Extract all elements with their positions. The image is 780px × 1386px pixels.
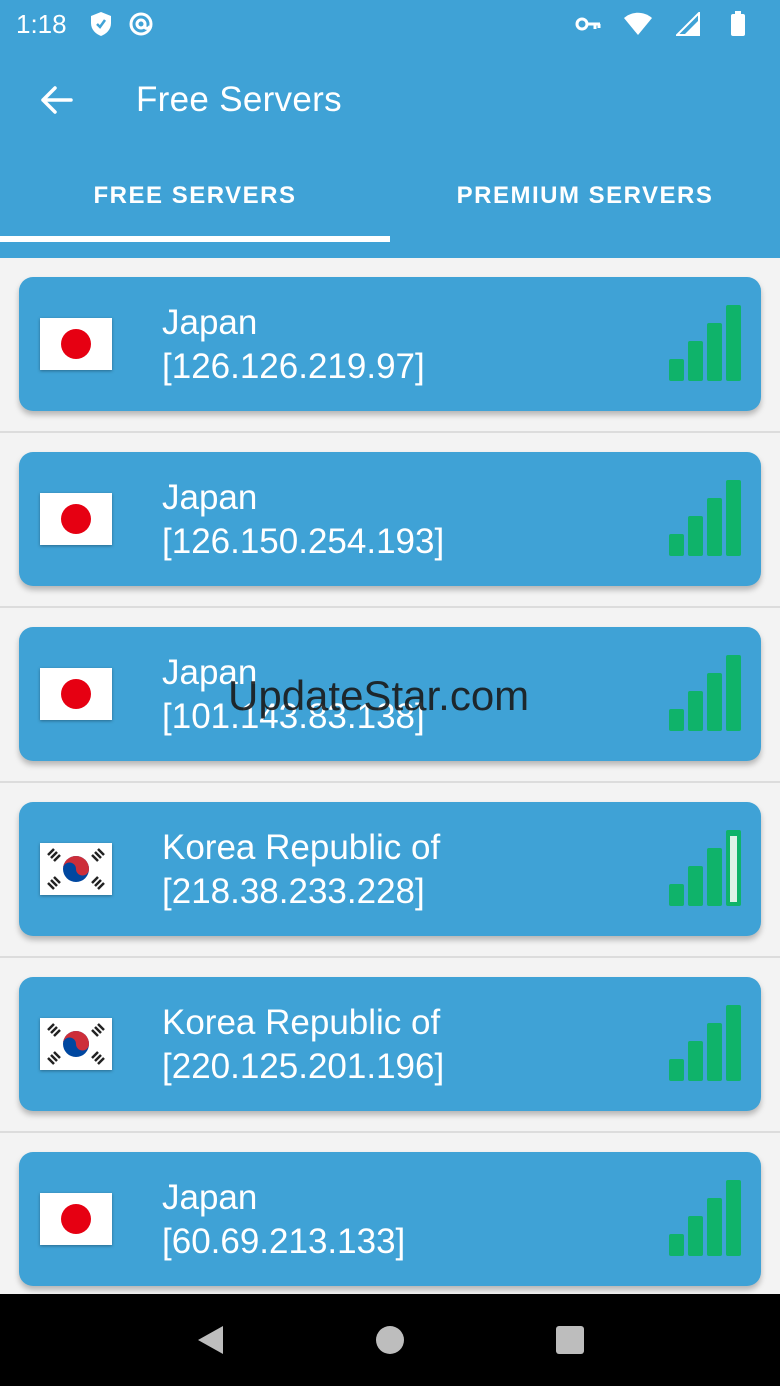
signal-bar	[669, 359, 684, 381]
signal-bar	[669, 1059, 684, 1081]
recents-square-icon	[556, 1326, 584, 1354]
server-card[interactable]: Japan [101.143.83.138]	[19, 627, 761, 761]
korea-flag-icon	[40, 843, 112, 895]
server-country: Korea Republic of	[162, 828, 441, 867]
signal-bar	[688, 691, 703, 731]
tab-premium-servers[interactable]: PREMIUM SERVERS	[390, 152, 780, 258]
japan-flag-icon	[40, 493, 112, 545]
server-card[interactable]: Japan [126.150.254.193]	[19, 452, 761, 586]
signal-bar	[688, 1216, 703, 1256]
server-row: Japan [126.150.254.193]	[0, 433, 780, 608]
signal-bar	[707, 848, 722, 906]
signal-bar	[669, 1234, 684, 1256]
signal-bar	[726, 655, 741, 731]
nav-back-button[interactable]	[190, 1320, 230, 1360]
vpn-key-icon	[574, 10, 602, 38]
signal-strength-icon	[669, 830, 741, 906]
signal-strength-icon	[669, 480, 741, 556]
server-row: Japan [60.69.213.133]	[0, 1133, 780, 1294]
server-card[interactable]: Korea Republic of [220.125.201.196]	[19, 977, 761, 1111]
signal-strength-icon	[669, 305, 741, 381]
signal-strength-icon	[669, 1180, 741, 1256]
server-info: Japan [126.126.219.97]	[162, 301, 425, 389]
signal-bar	[688, 516, 703, 556]
signal-bar	[688, 1041, 703, 1081]
server-row: Korea Republic of [220.125.201.196]	[0, 958, 780, 1133]
battery-icon	[724, 10, 752, 38]
server-list[interactable]: Japan [126.126.219.97] Japan [126.150.254.1…	[0, 258, 780, 1294]
signal-bar	[669, 709, 684, 731]
server-country: Japan	[162, 653, 258, 692]
server-row: Japan [126.126.219.97]	[0, 258, 780, 433]
arrow-left-icon	[41, 86, 73, 114]
signal-bar	[669, 884, 684, 906]
back-button[interactable]	[28, 72, 84, 128]
shield-icon	[87, 10, 115, 38]
signal-bar	[707, 1023, 722, 1081]
nav-home-button[interactable]	[370, 1320, 410, 1360]
tab-bar: FREE SERVERS PREMIUM SERVERS	[0, 152, 780, 258]
signal-bar	[707, 1198, 722, 1256]
server-ip: [101.143.83.138]	[162, 697, 425, 736]
server-country: Japan	[162, 303, 258, 342]
server-ip: [60.69.213.133]	[162, 1222, 406, 1261]
server-row: Japan [101.143.83.138]	[0, 608, 780, 783]
server-country: Japan	[162, 478, 258, 517]
status-time: 1:18	[16, 8, 67, 39]
server-info: Japan [126.150.254.193]	[162, 476, 444, 564]
signal-bar	[707, 498, 722, 556]
signal-bar	[726, 1180, 741, 1256]
korea-flag-icon	[40, 1018, 112, 1070]
signal-strength-icon	[669, 1005, 741, 1081]
server-country: Japan	[162, 1178, 258, 1217]
server-ip: [126.150.254.193]	[162, 522, 445, 561]
signal-bar	[726, 305, 741, 381]
app-bar: Free Servers	[0, 48, 780, 152]
signal-bar	[688, 341, 703, 381]
signal-bar	[688, 866, 703, 906]
page-title: Free Servers	[136, 80, 342, 119]
server-card[interactable]: Korea Republic of [218.38.233.228]	[19, 802, 761, 936]
nav-recents-button[interactable]	[550, 1320, 590, 1360]
server-ip: [218.38.233.228]	[162, 872, 425, 911]
signal-strength-icon	[669, 655, 741, 731]
at-sign-icon	[127, 10, 155, 38]
japan-flag-icon	[40, 318, 112, 370]
signal-bar	[726, 1005, 741, 1081]
server-card[interactable]: Japan [60.69.213.133]	[19, 1152, 761, 1286]
server-ip: [126.126.219.97]	[162, 347, 425, 386]
signal-bar	[726, 480, 741, 556]
japan-flag-icon	[40, 668, 112, 720]
signal-bar	[707, 323, 722, 381]
server-info: Korea Republic of [218.38.233.228]	[162, 826, 440, 914]
signal-bar	[707, 673, 722, 731]
navigation-bar	[0, 1294, 780, 1386]
wifi-icon	[624, 10, 652, 38]
signal-bar	[669, 534, 684, 556]
server-country: Korea Republic of	[162, 1003, 441, 1042]
cell-signal-icon	[674, 10, 702, 38]
server-info: Korea Republic of [220.125.201.196]	[162, 1001, 444, 1089]
back-triangle-icon	[198, 1326, 223, 1354]
server-card[interactable]: Japan [126.126.219.97]	[19, 277, 761, 411]
server-ip: [220.125.201.196]	[162, 1047, 445, 1086]
server-info: Japan [101.143.83.138]	[162, 651, 425, 739]
japan-flag-icon	[40, 1193, 112, 1245]
server-info: Japan [60.69.213.133]	[162, 1176, 405, 1264]
tab-free-servers[interactable]: FREE SERVERS	[0, 152, 390, 258]
home-circle-icon	[376, 1326, 404, 1354]
status-bar: 1:18	[0, 0, 780, 48]
server-row: Korea Republic of [218.38.233.228]	[0, 783, 780, 958]
